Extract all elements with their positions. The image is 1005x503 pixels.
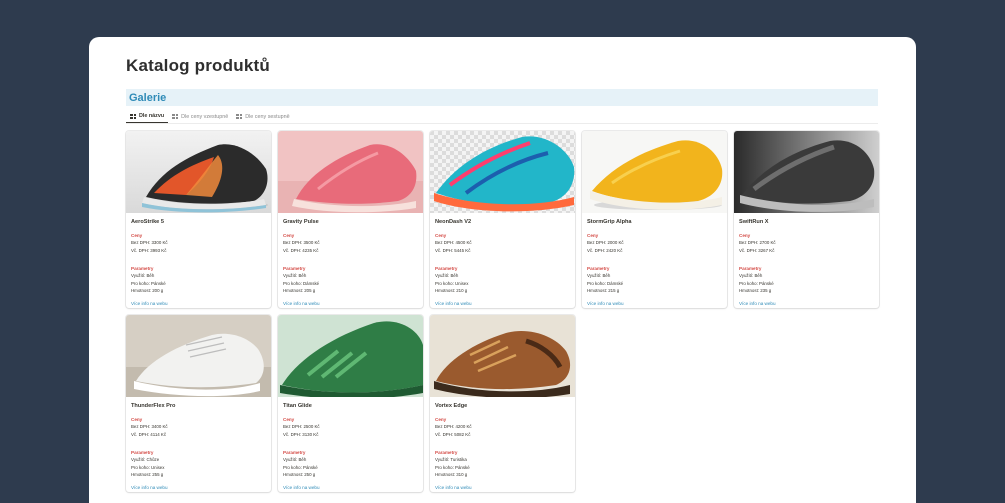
- more-info-link[interactable]: Více info na webu: [283, 485, 418, 490]
- price-without-vat: Bez DPH: 3500 Kč: [283, 240, 320, 245]
- product-name: StormGrip Alpha: [587, 219, 632, 225]
- tab-price-ascending[interactable]: Dle ceny vzestupně: [168, 110, 232, 123]
- more-info-link[interactable]: Více info na webu: [435, 301, 570, 306]
- param-usage: Využití: Běh: [739, 273, 763, 278]
- gallery-icon: [130, 113, 136, 119]
- param-weight: Hmotnost: 210 g: [435, 288, 468, 293]
- price-without-vat: Bez DPH: 2000 Kč: [587, 240, 624, 245]
- param-target: Pro koho: Unisex: [435, 280, 469, 286]
- view-tabs: Dle názvu Dle ceny vzestupně Dle ceny se…: [126, 110, 878, 124]
- price-with-vat: Vč. DPH: 5082 Kč: [435, 431, 471, 437]
- price-with-vat: Vč. DPH: 3267 Kč: [739, 247, 775, 253]
- gallery-icon: [172, 114, 179, 119]
- param-target: Pro koho: Dámské: [587, 280, 624, 286]
- price-without-vat: Bez DPH: 2500 Kč: [283, 424, 320, 429]
- more-info-link[interactable]: Více info na webu: [587, 301, 722, 306]
- product-card[interactable]: Vortex Edge Ceny Bez DPH: 4200 Kč Vč. DP…: [430, 315, 575, 492]
- product-card[interactable]: AeroStrike 5 Ceny Bez DPH: 3300 Kč Vč. D…: [126, 131, 271, 308]
- tab-label: Dle názvu: [139, 113, 165, 119]
- param-weight: Hmotnost: 310 g: [435, 472, 468, 477]
- more-info-link[interactable]: Více info na webu: [131, 301, 266, 306]
- price-without-vat: Bez DPH: 2700 Kč: [739, 240, 776, 245]
- product-image: [278, 131, 423, 213]
- price-with-vat: Vč. DPH: 5445 Kč: [435, 247, 471, 253]
- more-info-link[interactable]: Více info na webu: [131, 485, 266, 490]
- product-name: SwiftRun X: [739, 219, 769, 225]
- tab-label: Dle ceny sestupně: [245, 113, 290, 120]
- product-image: [430, 315, 575, 397]
- tab-by-name[interactable]: Dle názvu: [126, 110, 169, 123]
- catalog-page: Katalog produktů Galerie Dle názvu Dle c…: [89, 37, 916, 503]
- more-info-link[interactable]: Více info na webu: [283, 301, 418, 306]
- product-image: [430, 131, 575, 213]
- product-name: ThunderFlex Pro: [131, 403, 176, 409]
- param-usage: Využití: Běh: [283, 457, 307, 462]
- product-card[interactable]: ThunderFlex Pro Ceny Bez DPH: 3400 Kč Vč…: [126, 315, 271, 492]
- param-weight: Hmotnost: 250 g: [283, 472, 316, 477]
- param-weight: Hmotnost: 205 g: [283, 288, 316, 293]
- product-name: AeroStrike 5: [131, 219, 164, 225]
- price-with-vat: Vč. DPH: 3130 Kč: [283, 431, 319, 437]
- gallery-icon: [236, 114, 243, 119]
- product-name: Vortex Edge: [435, 403, 468, 409]
- product-card[interactable]: SwiftRun X Ceny Bez DPH: 2700 Kč Vč. DPH…: [734, 131, 879, 308]
- price-with-vat: Vč. DPH: 4235 Kč: [283, 247, 319, 253]
- price-without-vat: Bez DPH: 3400 Kč: [131, 424, 168, 429]
- param-usage: Využití: Chůze: [131, 457, 160, 462]
- product-name: NeonDash V2: [435, 219, 472, 225]
- price-without-vat: Bez DPH: 3300 Kč: [131, 240, 168, 245]
- product-name: Titan Glide: [283, 403, 312, 409]
- param-target: Pro koho: Pánské: [131, 280, 166, 286]
- param-target: Pro koho: Pánské: [739, 280, 774, 286]
- product-card[interactable]: NeonDash V2 Ceny Bez DPH: 4500 Kč Vč. DP…: [430, 131, 575, 308]
- price-with-vat: Vč. DPH: 4114 Kč: [131, 431, 167, 437]
- param-usage: Využití: Běh: [283, 273, 307, 278]
- product-card[interactable]: StormGrip Alpha Ceny Bez DPH: 2000 Kč Vč…: [582, 131, 727, 308]
- price-without-vat: Bez DPH: 4500 Kč: [435, 240, 472, 245]
- more-info-link[interactable]: Více info na webu: [435, 485, 570, 490]
- param-target: Pro koho: Unisex: [131, 464, 165, 470]
- product-image: [278, 315, 423, 397]
- product-image: [582, 131, 727, 213]
- param-target: Pro koho: Pánské: [435, 464, 470, 470]
- param-usage: Využití: Běh: [131, 273, 155, 278]
- gallery-title: Galerie: [129, 91, 167, 104]
- param-weight: Hmotnost: 200 g: [131, 288, 164, 293]
- price-with-vat: Vč. DPH: 3993 Kč: [131, 247, 167, 253]
- param-usage: Využití: Turistika: [435, 457, 467, 462]
- gallery-header: Galerie: [126, 89, 878, 106]
- product-name: Gravity Pulse: [283, 219, 319, 225]
- product-card[interactable]: Gravity Pulse Ceny Bez DPH: 3500 Kč Vč. …: [278, 131, 423, 308]
- tab-price-descending[interactable]: Dle ceny sestupně: [232, 110, 293, 123]
- tab-label: Dle ceny vzestupně: [181, 113, 229, 120]
- page-title: Katalog produktů: [126, 56, 270, 75]
- price-with-vat: Vč. DPH: 2420 Kč: [587, 247, 623, 253]
- price-without-vat: Bez DPH: 4200 Kč: [435, 424, 472, 429]
- param-weight: Hmotnost: 255 g: [131, 472, 164, 477]
- param-usage: Využití: Běh: [587, 273, 611, 278]
- product-image: [734, 131, 879, 213]
- param-weight: Hmotnost: 235 g: [739, 288, 772, 293]
- param-usage: Využití: Běh: [435, 273, 459, 278]
- more-info-link[interactable]: Více info na webu: [739, 301, 874, 306]
- product-image: [126, 315, 271, 397]
- product-gallery: AeroStrike 5 Ceny Bez DPH: 3300 Kč Vč. D…: [126, 131, 879, 492]
- param-target: Pro koho: Pánské: [283, 464, 318, 470]
- param-target: Pro koho: Dámské: [283, 280, 320, 286]
- param-weight: Hmotnost: 215 g: [587, 288, 620, 293]
- product-image: [126, 131, 271, 213]
- product-card[interactable]: Titan Glide Ceny Bez DPH: 2500 Kč Vč. DP…: [278, 315, 423, 492]
